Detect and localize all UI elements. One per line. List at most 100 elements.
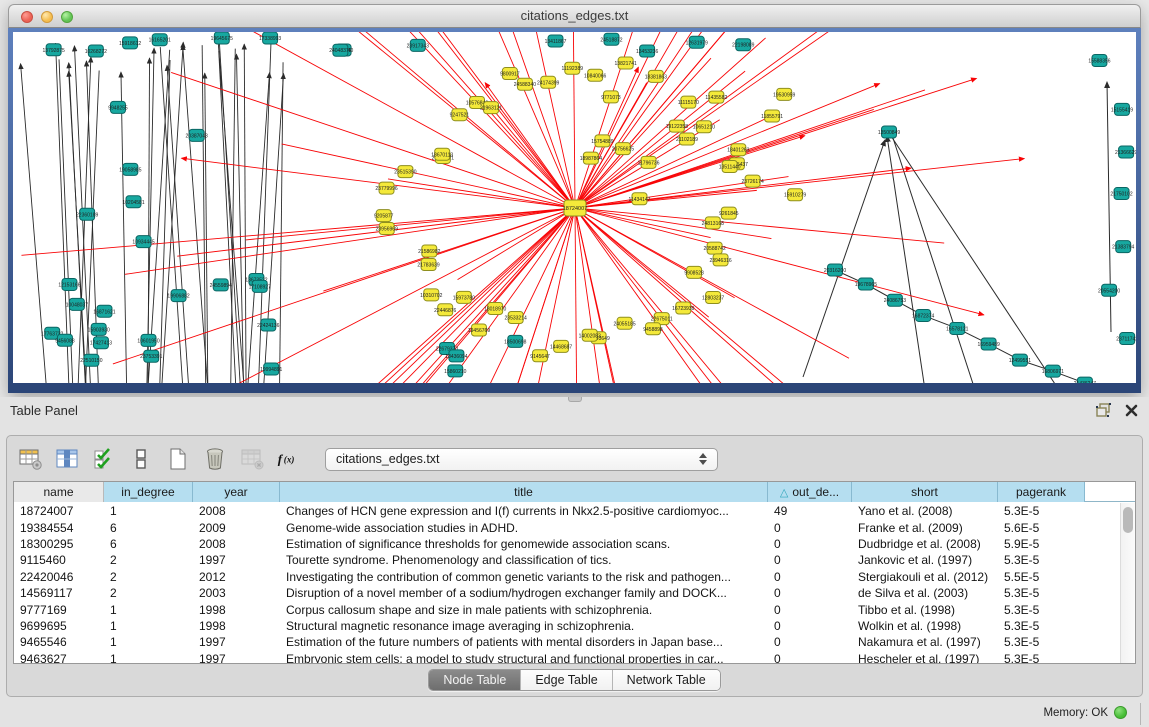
network-table-select[interactable]: citations_edges.txt xyxy=(325,448,718,471)
graph-node[interactable]: 23726174 xyxy=(741,175,763,187)
float-panel-icon[interactable] xyxy=(1095,402,1111,418)
graph-node[interactable]: 13411867 xyxy=(545,35,567,47)
tab-edge-table[interactable]: Edge Table xyxy=(521,670,612,690)
graph-node[interactable]: 22424136 xyxy=(257,319,279,331)
table-row[interactable]: 946362711997Embryonic stem cells: a mode… xyxy=(14,651,1120,664)
table-row[interactable]: 2242004622012Investigating the contribut… xyxy=(14,569,1120,585)
graph-node[interactable]: 15155419 xyxy=(1111,103,1133,115)
graph-node[interactable]: 15754889 xyxy=(591,135,613,147)
graph-node[interactable]: 21963121 xyxy=(480,102,502,114)
tab-network-table[interactable]: Network Table xyxy=(613,670,720,690)
graph-node[interactable]: 20554200 xyxy=(1098,284,1120,296)
graph-node[interactable]: 24559894 xyxy=(210,279,232,291)
graph-node[interactable]: 12153166 xyxy=(58,278,80,290)
table-row[interactable]: 1456911722003Disruption of a novel membe… xyxy=(14,585,1120,601)
table-row[interactable]: 911546021997Tourette syndrome. Phenomeno… xyxy=(14,552,1120,568)
graph-node[interactable]: 10934445 xyxy=(132,236,154,248)
delete-table-icon[interactable] xyxy=(239,446,265,472)
table-row[interactable]: 946554611997Estimation of the future num… xyxy=(14,634,1120,650)
graph-node[interactable]: 11434147 xyxy=(629,193,651,205)
table-mode-icon[interactable] xyxy=(17,446,43,472)
graph-node[interactable]: 10601950 xyxy=(137,334,159,346)
graph-node[interactable]: 20756625 xyxy=(612,143,634,155)
column-header-in_degree[interactable]: in_degree xyxy=(104,482,193,502)
function-builder-icon[interactable]: f (x) xyxy=(276,446,302,472)
graph-node[interactable]: 24055185 xyxy=(613,317,635,329)
table-row[interactable]: 969969511998Structural magnetic resonanc… xyxy=(14,618,1120,634)
graph-node[interactable]: 23946316 xyxy=(709,254,731,266)
graph-node[interactable]: 17108927 xyxy=(249,280,271,292)
tab-node-table[interactable]: Node Table xyxy=(429,670,521,690)
graph-node[interactable]: 11115170 xyxy=(678,96,699,108)
graph-node[interactable]: 19994891 xyxy=(260,363,282,375)
graph-node[interactable]: 9247521 xyxy=(450,109,470,121)
graph-node[interactable]: 13500849 xyxy=(878,126,900,138)
graph-node[interactable]: 23533214 xyxy=(505,312,527,324)
graph-node[interactable]: 18724007 xyxy=(563,200,587,216)
graph-node[interactable]: 13821741 xyxy=(615,57,637,69)
graph-node[interactable]: 18500698 xyxy=(504,335,526,347)
graph-node[interactable]: 12803237 xyxy=(702,292,724,304)
graph-node[interactable]: 9771073 xyxy=(601,91,621,103)
graph-node[interactable]: 23917343 xyxy=(407,39,429,51)
graph-node[interactable]: 22198089 xyxy=(732,39,754,51)
graph-node[interactable]: 10840066 xyxy=(584,69,606,81)
delete-columns-icon[interactable] xyxy=(202,446,228,472)
graph-node[interactable]: 12631979 xyxy=(686,36,708,48)
graph-node[interactable]: 14468687 xyxy=(550,340,572,352)
graph-node[interactable]: 21366629 xyxy=(1115,146,1136,158)
graph-node[interactable]: 24518872 xyxy=(600,33,622,45)
table-row[interactable]: 1830029562008Estimation of significance … xyxy=(14,536,1120,552)
graph-node[interactable]: 15910279 xyxy=(784,189,806,201)
graph-node[interactable]: 21436247 xyxy=(1074,377,1096,383)
graph-node[interactable]: 19906882 xyxy=(167,290,189,302)
memory-status-indicator[interactable] xyxy=(1114,706,1127,719)
graph-node[interactable]: 15973780 xyxy=(453,291,475,303)
window-titlebar[interactable]: citations_edges.txt xyxy=(8,4,1141,28)
panel-resize-grip[interactable] xyxy=(568,397,582,402)
graph-node[interactable]: 23779996 xyxy=(375,182,397,194)
scrollbar-thumb[interactable] xyxy=(1123,507,1133,533)
zoom-window-button[interactable] xyxy=(61,11,73,23)
graph-node[interactable]: 15860210 xyxy=(444,365,466,377)
close-panel-icon[interactable] xyxy=(1123,402,1139,418)
graph-node[interactable]: 9145647 xyxy=(530,350,550,362)
graph-node[interactable]: 9456088 xyxy=(55,334,75,346)
graph-node[interactable]: 20316200 xyxy=(824,264,846,276)
graph-node[interactable]: 15918612 xyxy=(119,37,141,49)
column-header-pagerank[interactable]: pagerank xyxy=(998,482,1085,502)
graph-node[interactable]: 15588356 xyxy=(1088,54,1110,66)
graph-node[interactable]: 19122358 xyxy=(666,120,688,132)
graph-node[interactable]: 22360189 xyxy=(76,208,98,220)
graph-node[interactable]: 19456769 xyxy=(468,324,490,336)
graph-node[interactable]: 16165201 xyxy=(149,34,171,46)
graph-node[interactable]: 10048037 xyxy=(66,298,88,310)
graph-node[interactable]: 11435582 xyxy=(705,91,727,103)
graph-node[interactable]: 23515390 xyxy=(394,166,416,178)
graph-node[interactable]: 9458898 xyxy=(643,323,663,335)
graph-node[interactable]: 21586982 xyxy=(418,245,440,257)
graph-node[interactable]: 22510150 xyxy=(80,354,102,366)
graph-node[interactable]: 21102189 xyxy=(676,133,698,145)
graph-node[interactable]: 9908528 xyxy=(684,266,704,278)
graph-node[interactable]: 10310702 xyxy=(420,289,442,301)
graph-node[interactable]: 23753391 xyxy=(140,350,162,362)
graph-node[interactable]: 17338993 xyxy=(259,32,281,44)
graph-node[interactable]: 16806971 xyxy=(1042,365,1064,377)
graph-node[interactable]: 19058985 xyxy=(119,163,141,175)
graph-node[interactable]: 11192389 xyxy=(562,62,584,74)
graph-node[interactable]: 16871621 xyxy=(93,305,115,317)
graph-node[interactable]: 13792875 xyxy=(43,44,65,56)
graph-node[interactable]: 23711742 xyxy=(1116,333,1136,345)
graph-node[interactable]: 18670113 xyxy=(431,148,453,160)
graph-node[interactable]: 12499551 xyxy=(1009,354,1031,366)
graph-node[interactable]: 20387043 xyxy=(186,129,208,141)
graph-node[interactable]: 9948255 xyxy=(108,101,128,113)
close-window-button[interactable] xyxy=(21,11,33,23)
graph-node[interactable]: 18436094 xyxy=(445,350,467,362)
graph-node[interactable]: 9205877 xyxy=(374,210,394,222)
graph-node[interactable]: 15903930 xyxy=(88,323,110,335)
graph-node[interactable]: 10651210 xyxy=(693,121,715,133)
show-columns-icon[interactable] xyxy=(54,446,80,472)
graph-node[interactable]: 11855791 xyxy=(761,110,783,122)
